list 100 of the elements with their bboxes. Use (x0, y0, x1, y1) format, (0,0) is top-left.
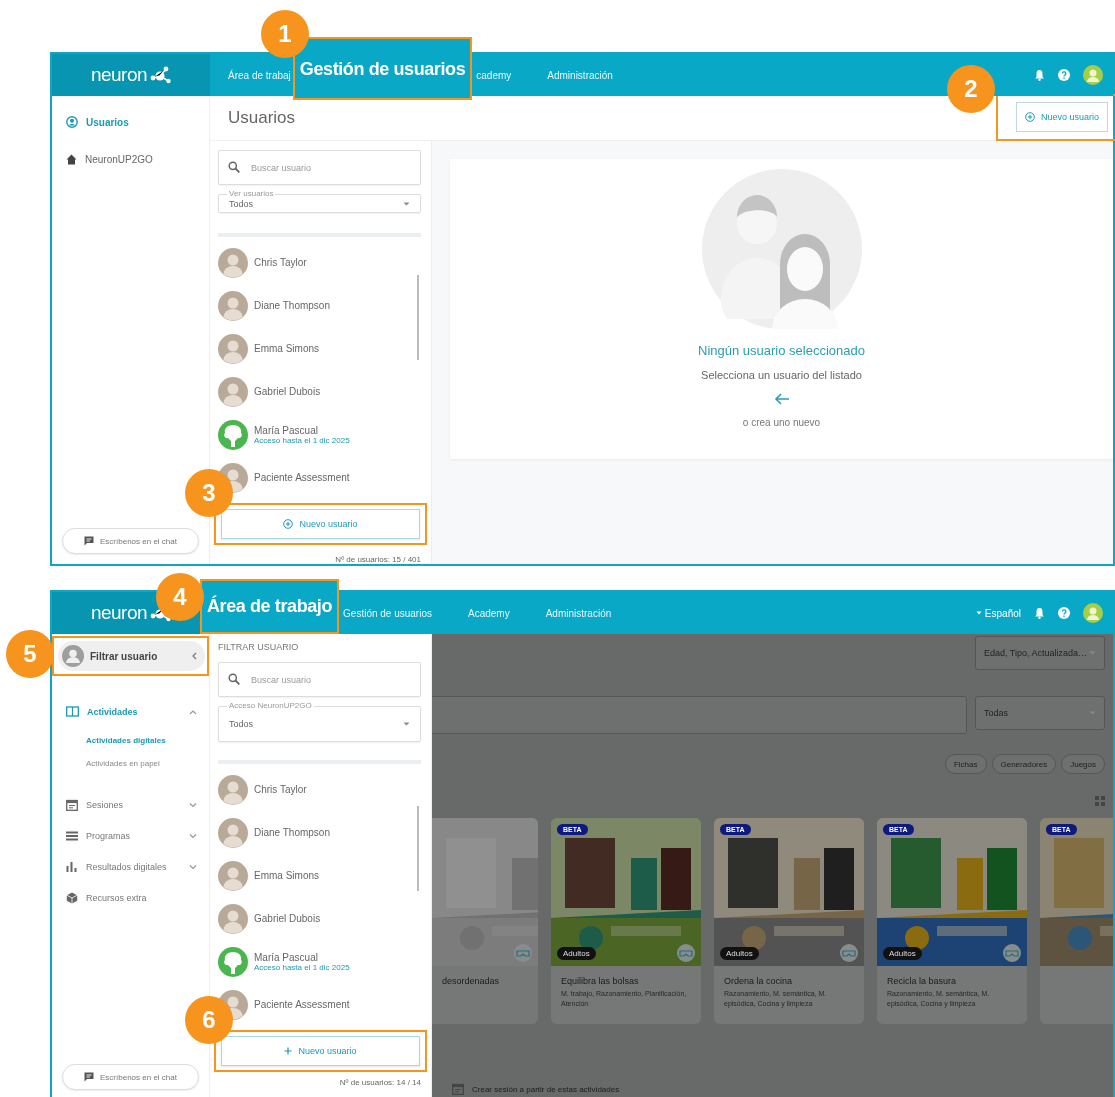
empty-state-title: Ningún usuario seleccionado (698, 343, 865, 358)
create-session-link[interactable]: Crear sesión a partir de estas actividades (472, 1084, 620, 1094)
plus-icon (284, 1047, 293, 1055)
chat-button[interactable]: Escríbenos en el chat (62, 528, 199, 554)
sidebar-item[interactable]: Usuarios (52, 110, 209, 134)
bar-chart-icon (66, 861, 78, 872)
user-name[interactable]: Paciente Assessment (254, 999, 350, 1010)
dropdown[interactable]: Edad, Tipo, Actualizada… (975, 636, 1105, 670)
callout-badge: 6 (185, 996, 233, 1044)
chat-icon (84, 536, 95, 546)
user-name[interactable]: Paciente Assessment (254, 472, 350, 483)
user-count: Nº de usuarios: 14 / 14 (338, 1078, 421, 1087)
help-icon[interactable] (1058, 607, 1070, 619)
cube-icon (66, 892, 78, 904)
filter-chip[interactable]: Generadores (991, 754, 1057, 774)
nav-tab[interactable]: Administración (527, 607, 630, 619)
empty-state-text: Selecciona un usuario del listado (701, 369, 862, 381)
avatar-icon (218, 774, 248, 805)
grid-view-icon[interactable] (1095, 796, 1105, 806)
sidebar-item[interactable]: Resultados digitales (52, 853, 209, 880)
search-icon (228, 161, 240, 173)
sidebar-item[interactable]: Programas (52, 823, 209, 849)
page-title: Usuarios (227, 108, 296, 128)
dropdown[interactable]: Todas (975, 696, 1105, 730)
user-name[interactable]: María Pascual (254, 951, 350, 963)
sidebar-subitem[interactable]: Actividades digitales (52, 729, 209, 752)
avatar-icon (218, 290, 248, 321)
search-field[interactable] (432, 696, 967, 734)
logo-icon (149, 66, 172, 84)
caret-icon (403, 722, 410, 726)
activity-card[interactable]: desordenadas (432, 818, 538, 1024)
chevron-down-icon (189, 833, 197, 839)
scrollbar[interactable] (417, 806, 419, 891)
user-name[interactable]: Gabriel Dubois (254, 386, 321, 397)
card-title: desordenadas (441, 975, 501, 986)
avatar-icon (218, 333, 248, 364)
audience-badge: Adultos (883, 947, 922, 960)
plus-circle-icon (1024, 111, 1035, 122)
filter-chip[interactable]: Fichas (944, 754, 987, 774)
card-title: Equilibra las bolsas (560, 975, 640, 986)
audience-badge: Adultos (720, 947, 759, 960)
sidebar-subitem[interactable]: Actividades en papel (52, 752, 209, 775)
card-title: Ordena la cocina (723, 975, 794, 986)
sidebar-item[interactable]: Sesiones (52, 791, 209, 819)
field-label: Acceso NeuronUP2GO (227, 701, 314, 711)
field-label: Ver usuarios (227, 189, 276, 199)
filter-chip[interactable]: Juegos (1061, 754, 1105, 774)
sidebar-item[interactable]: Recursos extra (52, 884, 209, 912)
search-icon (228, 673, 240, 685)
new-user-button[interactable]: Nuevo usuario (1015, 101, 1108, 132)
chevron-down-icon (189, 802, 197, 808)
new-user-button[interactable]: Nuevo usuario (221, 1036, 420, 1066)
chevron-left-icon (191, 652, 197, 660)
scrollbar[interactable] (417, 275, 419, 360)
caret-icon (403, 201, 410, 206)
vr-glasses-icon (677, 944, 695, 962)
help-icon[interactable] (1058, 69, 1070, 81)
user-name[interactable]: Chris Taylor (254, 784, 307, 795)
avatar-icon (218, 946, 248, 977)
nav-tab[interactable]: cademy (472, 69, 530, 81)
callout-badge: 3 (185, 469, 233, 517)
list-icon (66, 831, 78, 841)
vr-glasses-icon (840, 944, 858, 962)
user-circle-icon (66, 116, 78, 128)
access-note: Acceso hasta el 1 dic 2025 (254, 435, 350, 445)
nav-tab[interactable]: Gestión de usuarios (339, 607, 450, 619)
callout-badge: 4 (156, 573, 204, 621)
avatar-icon (218, 419, 248, 450)
avatar-icon[interactable] (1083, 603, 1103, 623)
avatar-icon (218, 860, 248, 891)
logo-text: neuron (90, 64, 148, 86)
plus-circle-icon (283, 519, 294, 529)
user-name[interactable]: Emma Simons (254, 343, 319, 354)
language-selector[interactable]: Español (984, 607, 1021, 619)
chevron-down-icon (189, 863, 197, 870)
chat-icon (84, 1072, 95, 1082)
nav-tab[interactable]: Gestión de usuarios (292, 37, 473, 100)
new-user-button[interactable]: Nuevo usuario (221, 509, 420, 539)
user-name[interactable]: Emma Simons (254, 870, 319, 881)
avatar-icon (218, 817, 248, 848)
avatar-icon (218, 247, 248, 278)
user-count: Nº de usuarios: 15 / 401 (334, 555, 421, 564)
user-name[interactable]: Diane Thompson (254, 300, 330, 311)
nav-tab[interactable]: Área de trabajo (200, 579, 340, 634)
nav-tab[interactable]: Academy (450, 607, 528, 619)
filter-user-toggle[interactable]: Filtrar usuario (58, 641, 205, 671)
user-name[interactable]: Diane Thompson (254, 827, 330, 838)
avatar-icon[interactable] (1083, 65, 1103, 85)
user-name[interactable]: María Pascual (254, 424, 350, 436)
user-name[interactable]: Gabriel Dubois (254, 913, 321, 924)
user-name[interactable]: Chris Taylor (254, 257, 307, 268)
nav-tab[interactable]: Administración (529, 69, 631, 81)
sidebar-item[interactable]: Actividades (52, 698, 209, 725)
bell-icon[interactable] (1034, 607, 1045, 619)
avatar-icon (218, 903, 248, 934)
chat-button[interactable]: Escríbenos en el chat (62, 1064, 199, 1090)
panel-title: FILTRAR USUARIO (218, 642, 300, 652)
nav-tab[interactable]: Área de trabaj (210, 69, 293, 81)
sidebar-item[interactable]: NeuronUP2GO (52, 148, 209, 171)
bell-icon[interactable] (1034, 69, 1045, 81)
